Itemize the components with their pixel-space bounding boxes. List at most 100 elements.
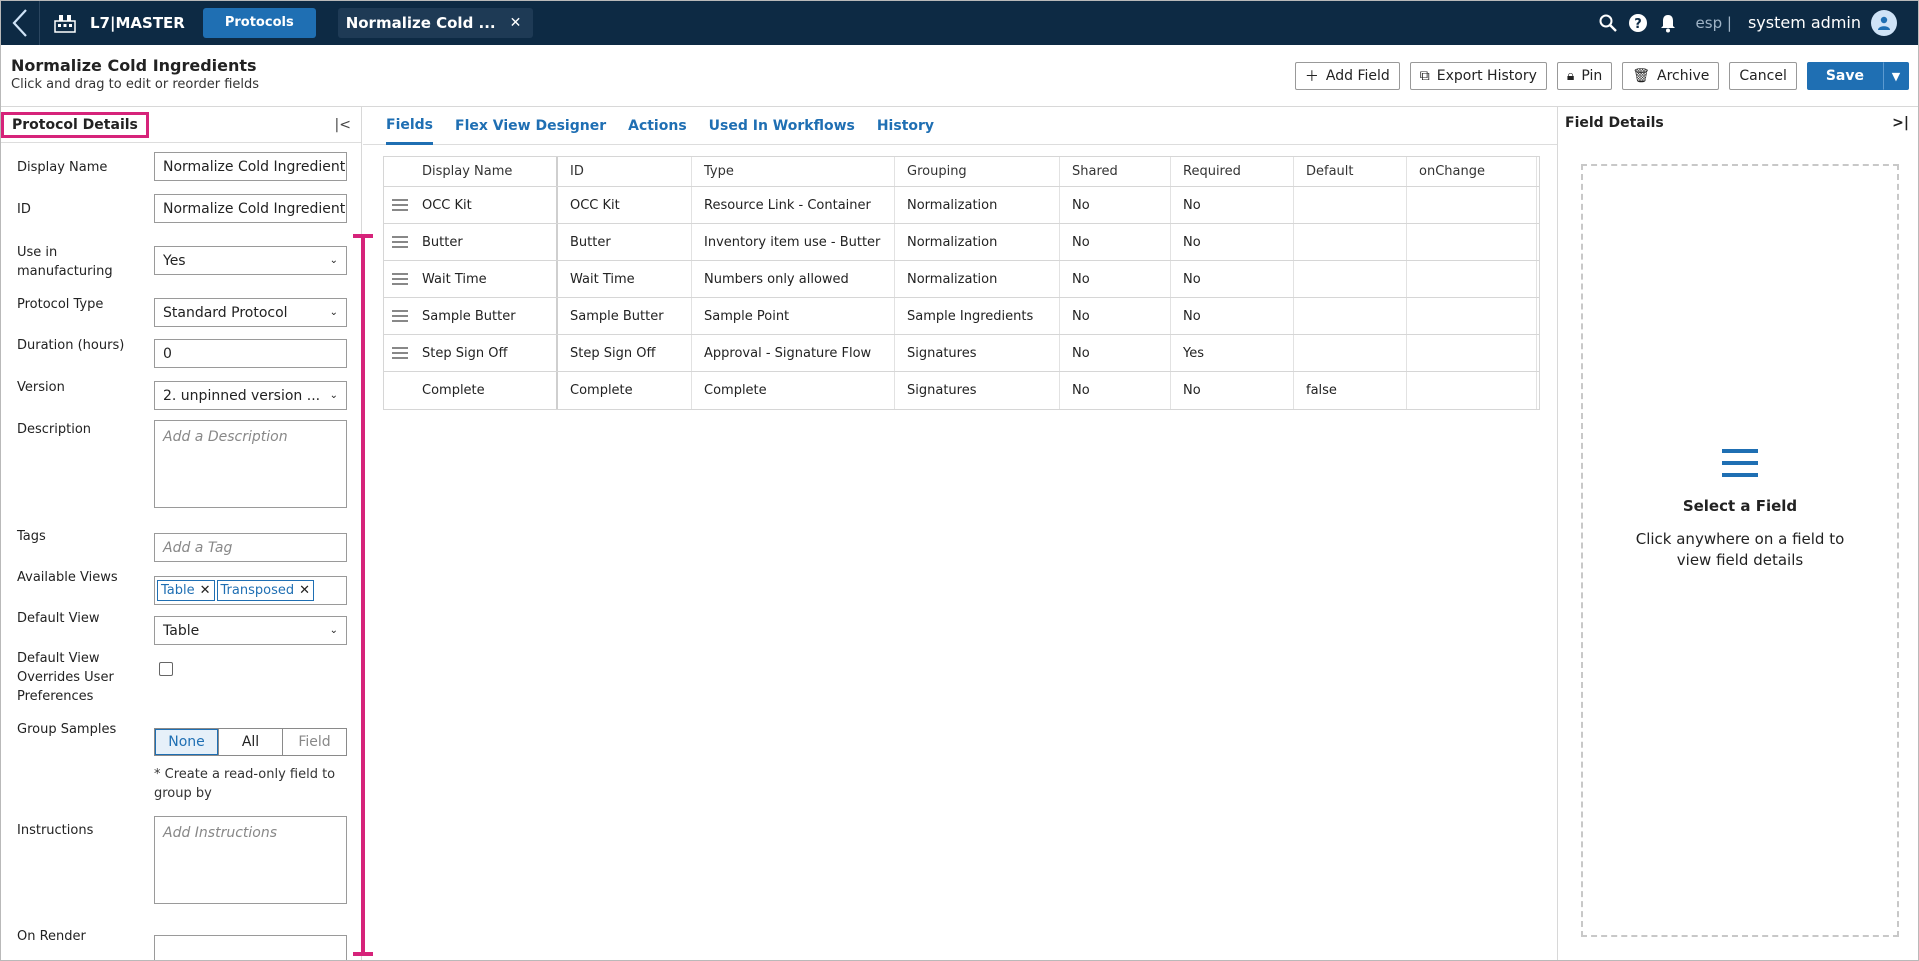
cell-required: No xyxy=(1171,261,1294,297)
table-row[interactable]: Wait Time Wait Time Numbers only allowed No… xyxy=(384,261,1539,298)
version-select[interactable]: 2. unpinned version ... ⌄ xyxy=(154,381,347,410)
version-value: 2. unpinned version ... xyxy=(163,387,321,404)
header-actions: ＋ Add Field ⧉ Export History 🔒︎ Pin 🗑︎ Archi… xyxy=(1294,62,1909,90)
bell-icon[interactable] xyxy=(1658,13,1678,33)
export-history-label: Export History xyxy=(1436,68,1537,84)
language-toggle[interactable]: esp | xyxy=(1696,14,1732,32)
drag-handle-icon[interactable] xyxy=(392,199,408,211)
default-view-select[interactable]: Table ⌄ xyxy=(154,616,347,645)
on-render-label: On Render xyxy=(17,929,86,944)
cell-default xyxy=(1294,187,1407,223)
tags-label: Tags xyxy=(17,529,46,544)
open-tab-normalize[interactable]: Normalize Cold ... ✕ xyxy=(337,7,534,38)
cell-required: No xyxy=(1171,187,1294,223)
user-name[interactable]: system admin xyxy=(1748,13,1861,32)
save-button[interactable]: Save xyxy=(1806,62,1883,90)
add-field-label: Add Field xyxy=(1325,68,1390,84)
field-details-placeholder: Select a Field Click anywhere on a field… xyxy=(1581,164,1899,937)
tab-actions[interactable]: Actions xyxy=(628,107,687,145)
cell-type: Approval - Signature Flow xyxy=(692,335,895,371)
duration-label: Duration (hours) xyxy=(17,338,125,353)
cell-text: Wait Time xyxy=(422,271,487,287)
cell-onchange xyxy=(1407,224,1537,260)
version-label: Version xyxy=(17,380,65,395)
archive-label: Archive xyxy=(1657,68,1710,84)
column-header[interactable]: Grouping xyxy=(895,157,1060,186)
group-option-field[interactable]: Field xyxy=(283,729,346,755)
back-button[interactable] xyxy=(0,0,40,45)
display-name-input[interactable]: Normalize Cold Ingredient xyxy=(154,152,347,181)
drag-handle-icon[interactable] xyxy=(392,273,408,285)
cell-text: Complete xyxy=(422,383,485,398)
page-header: Normalize Cold Ingredients Click and dra… xyxy=(0,45,1919,107)
cell-required: No xyxy=(1171,372,1294,409)
protocol-type-select[interactable]: Standard Protocol ⌄ xyxy=(154,298,347,327)
cell-text: OCC Kit xyxy=(422,197,472,213)
fields-workspace: Fields Flex View Designer Actions Used I… xyxy=(363,107,1557,961)
cancel-button[interactable]: Cancel xyxy=(1729,62,1797,90)
description-textarea[interactable]: Add a Description xyxy=(154,420,347,508)
column-header[interactable]: ID xyxy=(558,157,692,186)
field-details-title: Field Details xyxy=(1565,114,1664,131)
cell-grouping: Normalization xyxy=(895,261,1060,297)
view-chip-transposed[interactable]: Transposed ✕ xyxy=(216,580,315,601)
close-icon[interactable]: ✕ xyxy=(200,583,211,598)
instructions-placeholder: Add Instructions xyxy=(163,825,278,841)
cell-id: Butter xyxy=(558,224,692,260)
archive-button[interactable]: 🗑︎ Archive xyxy=(1622,62,1720,90)
chevron-down-icon: ▼ xyxy=(1891,69,1901,83)
export-history-button[interactable]: ⧉ Export History xyxy=(1409,62,1547,90)
table-row[interactable]: Step Sign Off Step Sign Off Approval - Sig… xyxy=(384,335,1539,372)
column-header[interactable]: Shared xyxy=(1060,157,1171,186)
tab-history[interactable]: History xyxy=(877,107,934,145)
protocol-details-title: Protocol Details xyxy=(1,111,149,138)
tags-input[interactable]: Add a Tag xyxy=(154,533,347,562)
select-field-text: Click anywhere on a field to view field … xyxy=(1635,530,1845,569)
table-row[interactable]: Butter Butter Inventory item use - Butter N… xyxy=(384,224,1539,261)
search-icon[interactable] xyxy=(1598,13,1618,33)
column-header[interactable]: onChange xyxy=(1407,157,1537,186)
table-row[interactable]: Sample Butter Sample Butter Sample Point Sa… xyxy=(384,298,1539,335)
default-view-override-checkbox[interactable] xyxy=(159,662,173,676)
group-note: * Create a read-only field to group by xyxy=(154,767,336,801)
add-field-button[interactable]: ＋ Add Field xyxy=(1294,62,1400,90)
tab-flex-view-designer[interactable]: Flex View Designer xyxy=(455,107,606,145)
close-icon[interactable]: ✕ xyxy=(510,15,522,31)
column-header[interactable]: Type xyxy=(692,157,895,186)
tags-placeholder: Add a Tag xyxy=(163,539,233,556)
nav-protocols[interactable]: Protocols xyxy=(202,7,316,38)
column-header[interactable]: Display Name xyxy=(384,157,558,186)
tab-fields[interactable]: Fields xyxy=(386,107,434,145)
pin-button[interactable]: 🔒︎ Pin xyxy=(1556,62,1613,90)
available-views-chips[interactable]: Table ✕ Transposed ✕ xyxy=(154,576,347,605)
id-input[interactable]: Normalize Cold Ingredient xyxy=(154,194,347,223)
on-render-input[interactable] xyxy=(154,935,347,961)
avatar[interactable] xyxy=(1871,9,1897,36)
brand[interactable]: L7|MASTER xyxy=(54,13,185,33)
cell-onchange xyxy=(1407,298,1537,334)
group-option-none[interactable]: None xyxy=(155,729,219,755)
table-row[interactable]: Complete Complete Complete Signatures No No fa… xyxy=(384,372,1539,409)
drag-handle-icon[interactable] xyxy=(392,310,408,322)
cell-display-name: Wait Time xyxy=(384,261,558,297)
column-header[interactable]: Required xyxy=(1171,157,1294,186)
tab-used-in-workflows[interactable]: Used In Workflows xyxy=(709,107,855,145)
drag-handle-icon[interactable] xyxy=(392,236,408,248)
column-header[interactable]: Default xyxy=(1294,157,1407,186)
chevron-down-icon: ⌄ xyxy=(329,307,338,318)
help-icon[interactable]: ? xyxy=(1628,13,1648,33)
use-manufacturing-select[interactable]: Yes ⌄ xyxy=(154,246,347,275)
drag-handle-icon[interactable] xyxy=(392,347,408,359)
instructions-textarea[interactable]: Add Instructions xyxy=(154,816,347,904)
view-chip-table[interactable]: Table ✕ xyxy=(157,580,215,601)
cell-onchange xyxy=(1407,187,1537,223)
table-row[interactable]: OCC Kit OCC Kit Resource Link - Container N… xyxy=(384,187,1539,224)
collapse-left-icon[interactable]: |< xyxy=(335,117,351,133)
save-options-caret[interactable]: ▼ xyxy=(1883,62,1909,90)
cell-required: No xyxy=(1171,224,1294,260)
cell-shared: No xyxy=(1060,187,1171,223)
collapse-right-icon[interactable]: >| xyxy=(1892,115,1909,131)
close-icon[interactable]: ✕ xyxy=(299,583,310,598)
duration-input[interactable]: 0 xyxy=(154,339,347,368)
group-option-all[interactable]: All xyxy=(219,729,283,755)
